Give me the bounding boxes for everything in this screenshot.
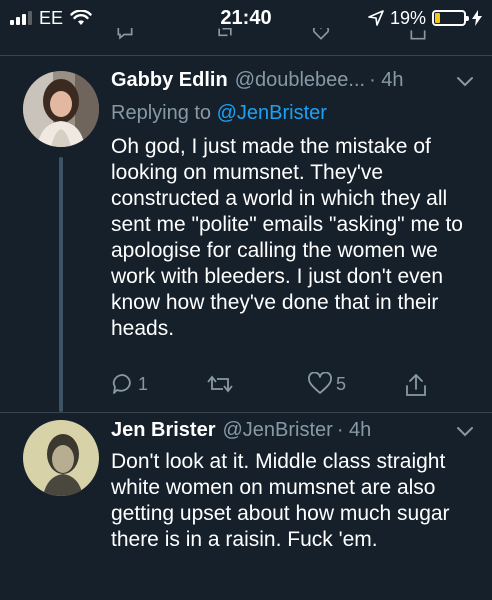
tweet-actions: 1 5 <box>111 372 441 398</box>
wifi-icon <box>70 10 92 25</box>
tweet-timestamp[interactable]: · 4h <box>337 419 371 442</box>
retweet-icon <box>207 375 233 393</box>
like-count: 5 <box>336 373 347 394</box>
replying-to-line: Replying to @JenBrister <box>111 102 327 125</box>
twitter-thread-screen: EE 21:40 19% Gabby Edlin @doublebee... ·… <box>0 0 492 600</box>
signal-strength-icon <box>10 11 32 25</box>
chevron-down-icon[interactable] <box>456 425 474 437</box>
previous-tweet-actions <box>0 28 492 42</box>
retweet-icon[interactable] <box>214 28 236 42</box>
like-icon[interactable] <box>311 28 331 42</box>
charging-bolt-icon <box>472 10 482 26</box>
battery-level-fill <box>435 13 441 23</box>
tweet-text: Don't look at it. Middle class straight … <box>111 450 450 551</box>
reply-icon <box>112 374 131 394</box>
status-left: EE <box>10 8 92 29</box>
reply-button[interactable]: 1 <box>111 372 148 396</box>
battery-percent: 19% <box>389 7 426 28</box>
thread-connector-line <box>59 157 63 412</box>
avatar[interactable] <box>23 71 99 147</box>
share-icon[interactable] <box>408 28 428 42</box>
location-arrow-icon <box>368 10 384 26</box>
carrier-label: EE <box>39 7 64 28</box>
tweet-timestamp[interactable]: · 4h <box>369 69 403 92</box>
battery-icon <box>432 10 469 26</box>
share-button[interactable] <box>404 372 428 398</box>
heart-icon <box>308 372 332 394</box>
retweet-button[interactable] <box>206 372 234 396</box>
display-name[interactable]: Jen Brister <box>111 419 216 442</box>
user-handle[interactable]: @JenBrister <box>223 419 333 442</box>
chevron-down-icon[interactable] <box>456 75 474 87</box>
status-right: 19% <box>368 8 482 29</box>
tweet-header: Gabby Edlin @doublebee... · 4h <box>111 69 474 92</box>
share-icon <box>406 373 426 396</box>
replying-to-prefix: Replying to <box>111 102 212 124</box>
like-button[interactable]: 5 <box>307 372 346 396</box>
user-handle[interactable]: @doublebee... <box>235 69 365 92</box>
replying-to-mention[interactable]: @JenBrister <box>217 102 327 124</box>
display-name[interactable]: Gabby Edlin <box>111 69 228 92</box>
avatar[interactable] <box>23 420 99 496</box>
tweet-jen-brister[interactable]: Jen Brister @JenBrister · 4h Don't look … <box>0 413 492 600</box>
reply-icon[interactable] <box>115 28 135 42</box>
reply-count: 1 <box>138 373 149 394</box>
tweet-text: Oh god, I just made the mistake of looki… <box>111 135 463 340</box>
tweet-gabby-edlin[interactable]: Gabby Edlin @doublebee... · 4h Replying … <box>0 56 492 412</box>
tweet-header: Jen Brister @JenBrister · 4h <box>111 419 474 442</box>
